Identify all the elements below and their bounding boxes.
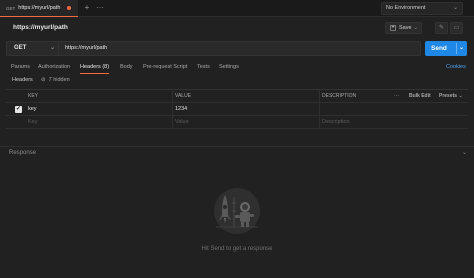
- pencil-icon: ✎: [438, 25, 445, 31]
- tab-authorization[interactable]: Authorization: [38, 64, 70, 70]
- tab-method: GET: [6, 5, 16, 11]
- table-more-icon[interactable]: ···: [394, 90, 399, 102]
- response-label: Response: [9, 150, 37, 156]
- tab-bar: GET https://myurl/path + ··· No Environm…: [0, 0, 474, 17]
- tab-body[interactable]: Body: [120, 64, 133, 70]
- method-label: GET: [14, 45, 27, 51]
- url-input[interactable]: [62, 42, 412, 55]
- more-tabs-icon[interactable]: ···: [95, 3, 105, 13]
- tab-params[interactable]: Params: [11, 64, 30, 70]
- request-tab[interactable]: GET https://myurl/path: [0, 0, 78, 17]
- rocket-astronaut-illustration: [214, 188, 260, 234]
- header-key[interactable]: key: [28, 103, 37, 115]
- send-label: Send: [431, 45, 447, 52]
- new-value-input[interactable]: Value: [175, 116, 189, 128]
- presets-select[interactable]: Presets ⌄: [439, 90, 463, 102]
- tab-headers[interactable]: Headers (8): [80, 64, 110, 74]
- tab-tests[interactable]: Tests: [197, 64, 210, 70]
- save-button[interactable]: Save ⌄: [385, 22, 422, 34]
- column-key: KEY: [28, 93, 39, 99]
- column-description: DESCRIPTION: [322, 93, 357, 99]
- tab-settings[interactable]: Settings: [219, 64, 239, 70]
- hidden-count: 7 hidden: [48, 77, 70, 83]
- chevron-down-icon: ⌄: [458, 45, 464, 51]
- tab-pre-request-script[interactable]: Pre-request Script: [143, 64, 187, 70]
- send-divider: [456, 43, 457, 54]
- request-header: https://myurl/path Save ⌄ ✎ ▭: [0, 18, 474, 38]
- method-select[interactable]: GET ⌄: [7, 42, 59, 55]
- chevron-down-icon: ⌄: [452, 5, 458, 11]
- chevron-down-icon: ⌄: [49, 45, 55, 51]
- chevron-down-icon: ⌄: [413, 25, 418, 31]
- comments-button[interactable]: ▭: [450, 22, 463, 34]
- row-checkbox[interactable]: ✓: [15, 106, 22, 113]
- chevron-down-icon[interactable]: ⌄: [462, 149, 467, 156]
- tab-title: https://myurl/path: [18, 5, 61, 11]
- environment-label: No Environment: [386, 5, 426, 11]
- chevron-down-icon: ⌄: [458, 93, 463, 99]
- cookies-link[interactable]: Cookies: [446, 64, 466, 70]
- new-description-input[interactable]: Description: [322, 116, 350, 128]
- eye-off-icon: ⊘: [41, 77, 46, 83]
- save-icon: [390, 25, 396, 31]
- send-button[interactable]: Send ⌄: [425, 41, 467, 56]
- hidden-headers-toggle[interactable]: ⊘ 7 hidden: [41, 77, 70, 83]
- column-value: VALUE: [175, 93, 192, 99]
- response-header[interactable]: Response ⌄: [0, 146, 474, 159]
- request-tabs: Params Authorization Headers (8) Body Pr…: [0, 60, 474, 74]
- table-row: ✓ key 1234: [6, 103, 468, 116]
- request-title: https://myurl/path: [13, 24, 68, 31]
- new-key-input[interactable]: Key: [28, 116, 37, 128]
- table-row-new: Key Value Description: [6, 116, 468, 129]
- environment-select[interactable]: No Environment ⌄: [381, 2, 463, 15]
- add-tab-icon[interactable]: +: [82, 3, 92, 13]
- url-bar: GET ⌄: [6, 41, 421, 56]
- presets-label: Presets: [439, 93, 458, 99]
- edit-button[interactable]: ✎: [435, 22, 448, 34]
- empty-response-message: Hit Send to get a response: [201, 246, 273, 252]
- headers-label: Headers: [12, 77, 33, 83]
- unsaved-dot-icon: [67, 6, 71, 10]
- table-header-row: KEY VALUE DESCRIPTION ··· Bulk Edit Pres…: [6, 90, 468, 103]
- headers-table: KEY VALUE DESCRIPTION ··· Bulk Edit Pres…: [6, 89, 468, 129]
- header-value[interactable]: 1234: [175, 103, 187, 115]
- bulk-edit-button[interactable]: Bulk Edit: [409, 90, 431, 102]
- comment-icon: ▭: [453, 25, 460, 31]
- save-label: Save: [399, 25, 412, 31]
